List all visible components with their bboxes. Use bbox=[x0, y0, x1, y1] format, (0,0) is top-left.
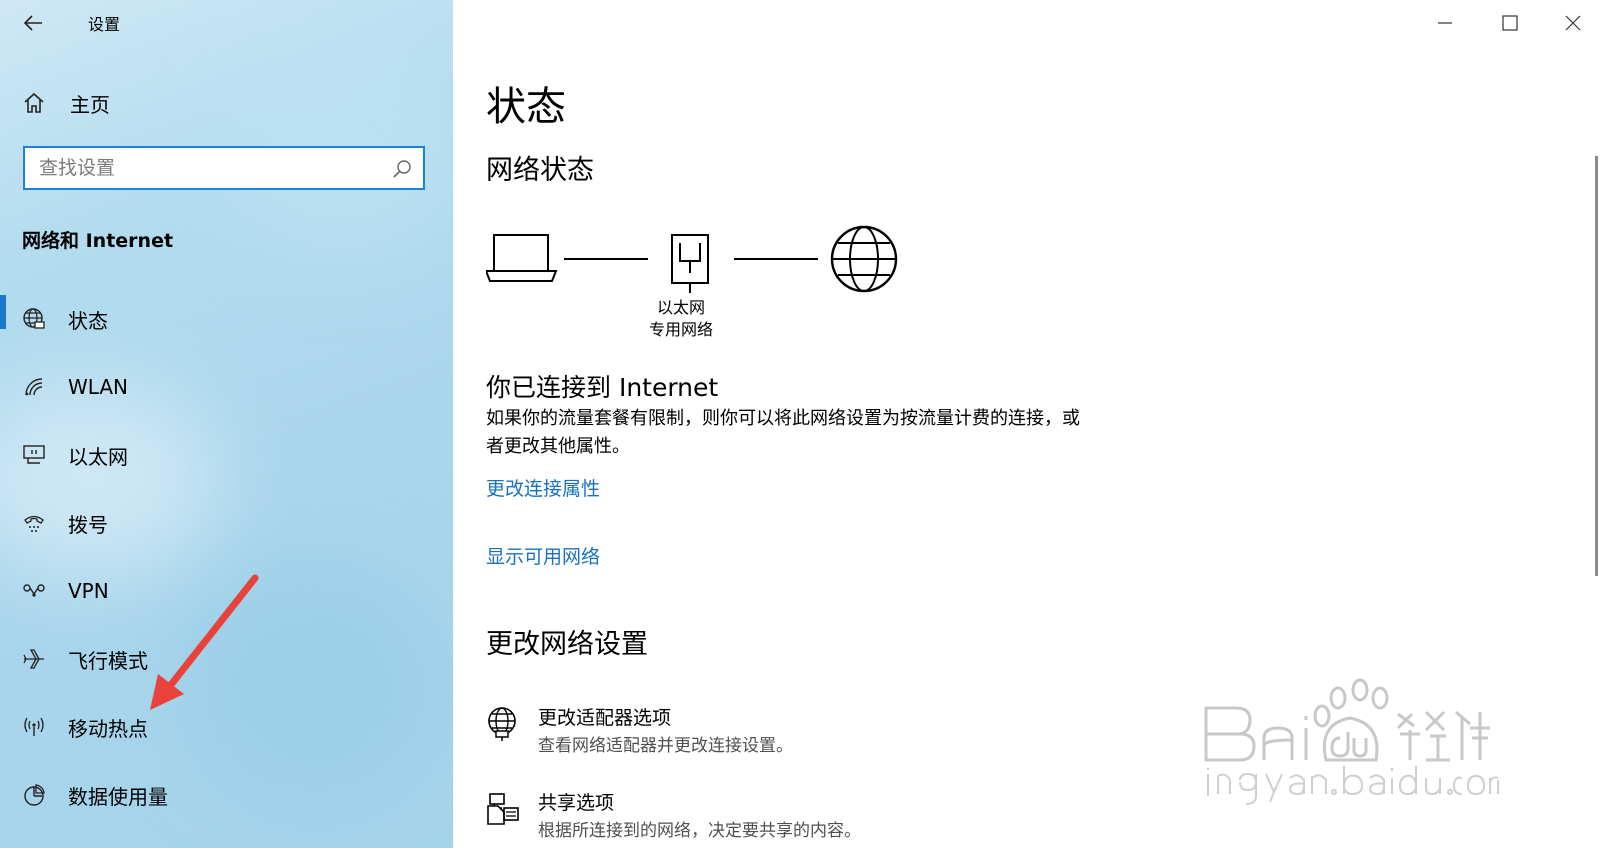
adapter-icon bbox=[488, 707, 516, 741]
setting-title: 更改适配器选项 bbox=[538, 707, 672, 729]
adapter-name: 以太网 bbox=[656, 298, 705, 317]
sidebar: 设置 主页 网络和 Internet 状态 bbox=[0, 0, 453, 848]
ethernet-port-icon bbox=[671, 234, 709, 293]
maximize-button[interactable] bbox=[1486, 6, 1532, 40]
sharing-icon bbox=[487, 793, 519, 825]
minimize-icon bbox=[1438, 22, 1452, 24]
annotation-arrow bbox=[150, 574, 259, 710]
sharing-options[interactable]: 共享选项 根据所连接到的网络，决定要共享的内容。 bbox=[486, 788, 1086, 848]
show-available-networks-link[interactable]: 显示可用网络 bbox=[486, 542, 600, 569]
close-icon bbox=[1565, 15, 1581, 31]
change-adapter-options[interactable]: 更改适配器选项 查看网络适配器并更改连接设置。 bbox=[486, 703, 1086, 763]
page-title: 状态 bbox=[486, 84, 566, 130]
network-status-heading: 网络状态 bbox=[486, 155, 594, 186]
network-diagram bbox=[486, 225, 898, 293]
setting-subtitle: 根据所连接到的网络，决定要共享的内容。 bbox=[538, 821, 861, 841]
computer-icon bbox=[486, 234, 558, 282]
network-type: 专用网络 bbox=[648, 320, 713, 339]
globe-icon bbox=[830, 225, 898, 293]
connection-status-description: 如果你的流量套餐有限制，则你可以将此网络设置为按流量计费的连接，或者更改其他属性… bbox=[486, 408, 1080, 457]
scrollbar[interactable] bbox=[1595, 156, 1598, 576]
minimize-button[interactable] bbox=[1422, 6, 1468, 40]
setting-title: 共享选项 bbox=[538, 792, 615, 814]
setting-subtitle: 查看网络适配器并更改连接设置。 bbox=[538, 736, 793, 756]
change-network-settings-heading: 更改网络设置 bbox=[486, 629, 648, 660]
watermark-logo bbox=[1204, 678, 1499, 805]
connection-status-title: 你已连接到 Internet bbox=[486, 373, 719, 402]
close-button[interactable] bbox=[1550, 6, 1596, 40]
change-connection-properties-link[interactable]: 更改连接属性 bbox=[486, 474, 600, 501]
maximize-icon bbox=[1502, 15, 1518, 31]
